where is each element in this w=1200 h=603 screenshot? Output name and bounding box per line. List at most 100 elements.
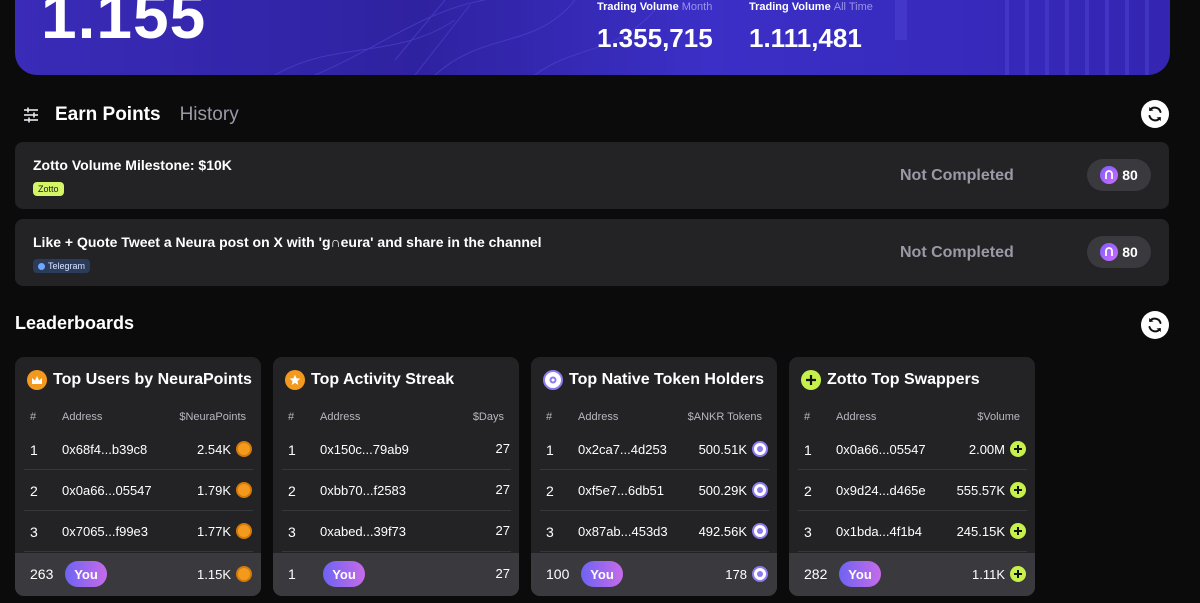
you-value: 27: [495, 566, 510, 581]
you-rank: 100: [546, 566, 570, 582]
table-row[interactable]: 2 0x0a66...05547 1.79K: [15, 470, 261, 511]
row-rank: 3: [804, 524, 812, 540]
refresh-tasks-button[interactable]: [1141, 100, 1169, 128]
ankr-token-icon: [752, 482, 768, 498]
row-address[interactable]: 0x2ca7...4d253: [578, 442, 667, 457]
row-value: 500.51K: [698, 441, 747, 457]
task-status: Not Completed: [900, 167, 1014, 184]
row-address[interactable]: 0x68f4...b39c8: [62, 442, 147, 457]
leaderboards-title: Leaderboards: [15, 313, 135, 333]
col-value: $NeuraPoints: [179, 411, 246, 423]
zotto-swap-icon: [801, 370, 821, 390]
points-value: 80: [1122, 167, 1138, 183]
row-address[interactable]: 0x9d24...d465e: [836, 483, 926, 498]
row-address[interactable]: 0xf5e7...6db51: [578, 483, 664, 498]
card-title: Top Activity Streak: [311, 371, 455, 388]
neura-coin-icon: [236, 523, 252, 539]
earn-header: Earn Points History: [22, 100, 239, 130]
you-badge: You: [65, 561, 107, 587]
star-icon: [285, 370, 305, 390]
table-row[interactable]: 3 0x7065...f99e3 1.77K: [15, 511, 261, 552]
row-address[interactable]: 0x150c...79ab9: [320, 442, 409, 457]
row-address[interactable]: 0x0a66...05547: [62, 483, 152, 498]
refresh-leaderboards-button[interactable]: [1141, 311, 1169, 339]
neura-coin-icon: [236, 566, 252, 582]
current-user-row: 263 You 1.15K: [15, 553, 261, 596]
stat-month-value: 1.355,715: [597, 23, 713, 53]
row-rank: 2: [288, 483, 296, 499]
tab-history[interactable]: History: [180, 104, 239, 126]
table-row[interactable]: 3 0xabed...39f73 27: [273, 511, 519, 552]
card-header: Top Activity Streak: [285, 370, 454, 390]
row-value: 1.77K: [197, 523, 231, 539]
neura-coin-icon: [236, 441, 252, 457]
row-rank: 2: [804, 483, 812, 499]
table-row[interactable]: 2 0xf5e7...6db51 500.29K: [531, 470, 777, 511]
row-address[interactable]: 0x87ab...453d3: [578, 524, 668, 539]
table-row[interactable]: 1 0x0a66...05547 2.00M: [789, 429, 1035, 470]
card-title: Top Native Token Holders: [569, 371, 764, 388]
zotto-coin-icon: [1010, 441, 1026, 457]
points-badge: 80: [1087, 236, 1151, 268]
col-rank: #: [288, 411, 295, 423]
row-address[interactable]: 0xbb70...f2583: [320, 483, 406, 498]
stat-alltime: Trading Volume All Time 1.111,481: [749, 0, 873, 54]
row-address[interactable]: 0x7065...f99e3: [62, 524, 148, 539]
table-row[interactable]: 3 0x1bda...4f1b4 245.15K: [789, 511, 1035, 552]
row-value: 492.56K: [698, 523, 747, 539]
card-title: Zotto Top Swappers: [827, 371, 980, 388]
task-status: Not Completed: [900, 244, 1014, 261]
row-rank: 3: [546, 524, 554, 540]
table-row[interactable]: 1 0x68f4...b39c8 2.54K: [15, 429, 261, 470]
filter-sliders-icon[interactable]: [22, 106, 40, 124]
stat-month: Trading Volume Month 1.355,715: [597, 0, 713, 54]
you-badge: You: [839, 561, 881, 587]
table-row[interactable]: 1 0x150c...79ab9 27: [273, 429, 519, 470]
hero-banner: 1.155 Trading Volume Month 1.355,715 Tra…: [15, 0, 1170, 75]
task-tag: Zotto: [33, 182, 64, 196]
leaderboard-card: Top Native Token Holders # Address $ANKR To…: [531, 357, 777, 596]
hero-big-number: 1.155: [41, 0, 207, 52]
col-value: $Volume: [977, 411, 1020, 423]
row-value: 500.29K: [698, 482, 747, 498]
task-card[interactable]: Zotto Volume Milestone: $10K Zotto Not C…: [15, 142, 1169, 209]
zotto-coin-icon: [1010, 566, 1026, 582]
row-value: 2.00M: [968, 441, 1005, 457]
you-rank: 263: [30, 566, 54, 582]
ankr-token-icon: [752, 441, 768, 457]
tab-earn-points[interactable]: Earn Points: [55, 104, 161, 126]
col-address: Address: [320, 411, 361, 423]
card-header: Top Native Token Holders: [543, 370, 764, 390]
ankr-token-icon: [752, 523, 768, 539]
task-card[interactable]: Like + Quote Tweet a Neura post on X wit…: [15, 219, 1169, 286]
row-rank: 2: [30, 483, 38, 499]
row-address[interactable]: 0x1bda...4f1b4: [836, 524, 922, 539]
you-badge: You: [323, 561, 365, 587]
row-value: 27: [495, 482, 510, 497]
table-row[interactable]: 2 0x9d24...d465e 555.57K: [789, 470, 1035, 511]
row-rank: 1: [546, 442, 554, 458]
current-user-row: 282 You 1.11K: [789, 553, 1035, 596]
row-address[interactable]: 0x0a66...05547: [836, 442, 926, 457]
row-rank: 1: [804, 442, 812, 458]
table-row[interactable]: 3 0x87ab...453d3 492.56K: [531, 511, 777, 552]
row-divider: [798, 551, 1027, 552]
col-rank: #: [546, 411, 553, 423]
row-divider: [540, 551, 769, 552]
stat-alltime-sub: All Time: [833, 1, 873, 13]
col-value: $ANKR Tokens: [687, 411, 762, 423]
table-row[interactable]: 2 0xbb70...f2583 27: [273, 470, 519, 511]
col-value: $Days: [472, 411, 504, 423]
table-row[interactable]: 1 0x2ca7...4d253 500.51K: [531, 429, 777, 470]
col-address: Address: [578, 411, 619, 423]
you-badge: You: [581, 561, 623, 587]
page: 1.155 Trading Volume Month 1.355,715 Tra…: [0, 0, 1200, 603]
native-token-icon: [543, 370, 563, 390]
crown-icon: [27, 370, 47, 390]
col-rank: #: [804, 411, 811, 423]
stat-month-sub: Month: [681, 1, 713, 13]
row-value: 245.15K: [956, 523, 1005, 539]
row-address[interactable]: 0xabed...39f73: [320, 524, 406, 539]
col-rank: #: [30, 411, 37, 423]
leaderboard-card: Top Users by NeuraPoints # Address $NeuraPo…: [15, 357, 261, 596]
